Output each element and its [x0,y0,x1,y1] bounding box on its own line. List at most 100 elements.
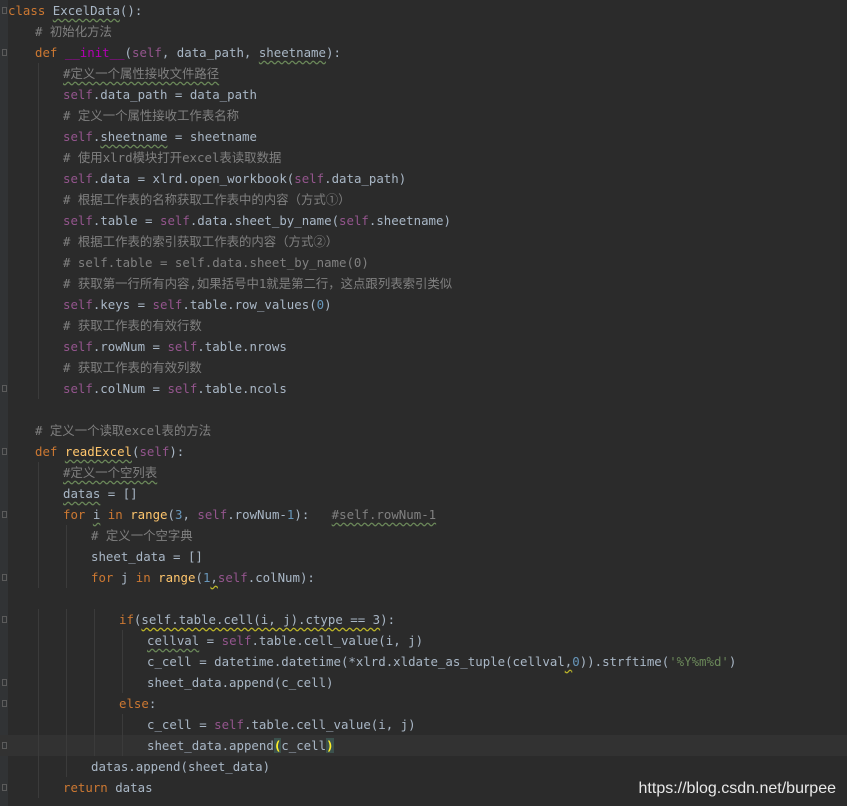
code-line[interactable]: # 获取第一行所有内容,如果括号中1就是第二行，这点跟列表索引类似 [0,273,847,294]
indent-guide [38,378,39,399]
code-line[interactable]: # 定义一个属性接收工作表名称 [0,105,847,126]
code-line[interactable]: self.data_path = data_path [0,84,847,105]
code-token: # 定义一个读取excel表的方法 [35,423,212,438]
fold-marker-icon[interactable] [2,448,7,455]
code-line[interactable]: # 根据工作表的名称获取工作表中的内容（方式①） [0,189,847,210]
code-token: sheetname [100,129,168,144]
indent-guide [66,735,67,756]
indent-guide [38,210,39,231]
code-token: = sheetname [167,129,257,144]
code-token: = [199,633,222,648]
indent-guide [38,546,39,567]
code-line[interactable]: # 定义一个空字典 [0,525,847,546]
code-line-text: sheet_data = [] [91,546,203,567]
fold-marker-icon[interactable] [2,616,7,623]
code-line-text: c_cell = datetime.datetime(*xlrd.xldate_… [147,651,736,672]
code-token: .table.nrows [197,339,287,354]
code-line[interactable]: # self.table = self.data.sheet_by_name(0… [0,252,847,273]
code-token: ): [294,507,332,522]
indent-guide [66,651,67,672]
code-line[interactable]: self.rowNum = self.table.nrows [0,336,847,357]
fold-marker-icon[interactable] [2,49,7,56]
code-line[interactable] [0,588,847,609]
code-line[interactable]: # 定义一个读取excel表的方法 [0,420,847,441]
code-token: .keys = [92,297,153,312]
code-token: sheet_data.append [147,738,274,753]
code-line[interactable]: self.table = self.data.sheet_by_name(sel… [0,210,847,231]
code-line-text: #定义一个空列表 [63,462,157,483]
code-line[interactable]: cellval = self.table.cell_value(i, j) [0,630,847,651]
code-token: ( [124,45,133,60]
code-line[interactable]: for i in range(3, self.rowNum-1): #self.… [0,504,847,525]
indent-guide [94,693,95,714]
code-line[interactable] [0,399,847,420]
code-line-text: self.keys = self.table.row_values(0) [63,294,332,315]
fold-marker-icon[interactable] [2,7,7,14]
fold-marker-icon[interactable] [2,742,7,749]
fold-marker-icon[interactable] [2,385,7,392]
code-line[interactable]: class ExcelData(): [0,0,847,21]
code-line[interactable]: #定义一个空列表 [0,462,847,483]
code-token: if [119,612,134,627]
fold-marker-icon[interactable] [2,700,7,707]
code-line[interactable]: datas = [] [0,483,847,504]
indent-guide [122,735,123,756]
indent-guide [94,714,95,735]
code-token: # 获取工作表的有效列数 [63,360,202,375]
code-token: range [130,507,168,522]
indent-guide [38,273,39,294]
code-line[interactable]: sheet_data.append(c_cell) [0,735,847,756]
code-token: self [214,717,244,732]
indent-guide [94,609,95,630]
code-line[interactable]: self.colNum = self.table.ncols [0,378,847,399]
code-editor[interactable]: class ExcelData(): # 初始化方法 def __init__(se… [0,0,847,806]
code-line[interactable]: # 初始化方法 [0,21,847,42]
code-line[interactable]: for j in range(1,self.colNum): [0,567,847,588]
code-line[interactable]: # 使用xlrd模块打开excel表读取数据 [0,147,847,168]
code-token: self [63,129,93,144]
code-line[interactable]: #定义一个属性接收文件路径 [0,63,847,84]
code-token: in [107,507,123,522]
indent-guide [66,693,67,714]
indent-guide [38,756,39,777]
indent-guide [122,630,123,651]
code-line-text: # 获取工作表的有效行数 [63,315,202,336]
code-line[interactable]: c_cell = self.table.cell_value(i, j) [0,714,847,735]
code-token: ): [380,612,396,627]
code-line[interactable]: sheet_data.append(c_cell) [0,672,847,693]
indent-guide [38,105,39,126]
code-area[interactable]: class ExcelData(): # 初始化方法 def __init__(se… [0,0,847,798]
code-line[interactable]: self.sheetname = sheetname [0,126,847,147]
code-line[interactable]: # 获取工作表的有效列数 [0,357,847,378]
code-token: , [210,570,218,585]
indent-guide [66,546,67,567]
code-line[interactable]: def readExcel(self): [0,441,847,462]
code-token: # 使用xlrd模块打开excel表读取数据 [63,150,282,165]
indent-guide [38,504,39,525]
code-line[interactable]: self.data = xlrd.open_workbook(self.data… [0,168,847,189]
code-token: for [91,570,114,585]
code-line-text: return datas [63,777,153,798]
indent-guide [38,567,39,588]
code-token: # 定义一个属性接收工作表名称 [63,108,239,123]
code-token: ) [324,297,332,312]
code-line[interactable]: # 根据工作表的索引获取工作表的内容（方式②） [0,231,847,252]
code-line[interactable]: if(self.table.cell(i, j).ctype == 3): [0,609,847,630]
code-line[interactable]: def __init__(self, data_path, sheetname)… [0,42,847,63]
fold-marker-icon[interactable] [2,784,7,791]
indent-guide [94,651,95,672]
code-token: .colNum): [247,570,315,585]
code-line[interactable]: else: [0,693,847,714]
code-line[interactable]: c_cell = datetime.datetime(*xlrd.xldate_… [0,651,847,672]
code-line[interactable]: # 获取工作表的有效行数 [0,315,847,336]
code-token: c_cell [281,738,327,753]
fold-marker-icon[interactable] [2,574,7,581]
indent-guide [66,630,67,651]
watermark-text: https://blog.csdn.net/burpee [638,780,836,797]
fold-marker-icon[interactable] [2,511,7,518]
code-line[interactable]: sheet_data = [] [0,546,847,567]
code-line[interactable]: self.keys = self.table.row_values(0) [0,294,847,315]
fold-marker-icon[interactable] [2,679,7,686]
code-line[interactable]: datas.append(sheet_data) [0,756,847,777]
